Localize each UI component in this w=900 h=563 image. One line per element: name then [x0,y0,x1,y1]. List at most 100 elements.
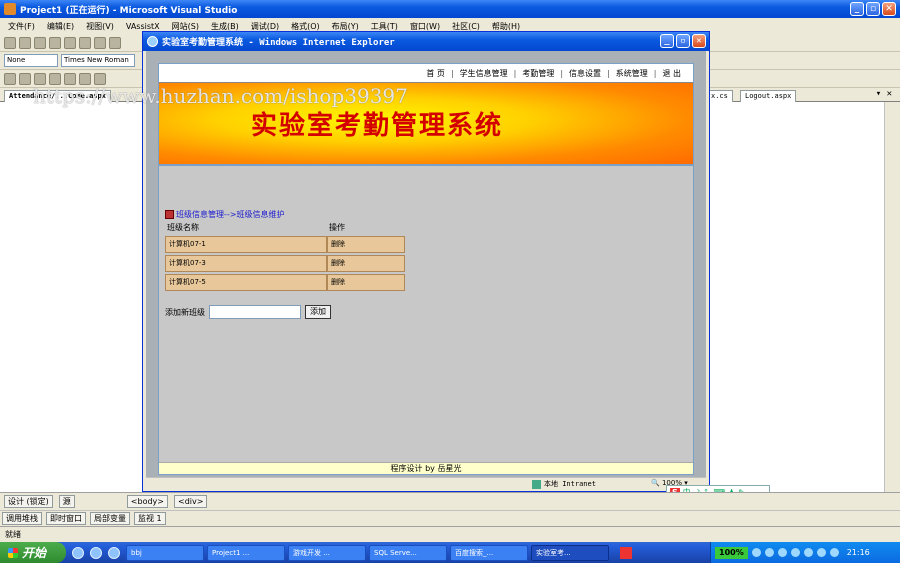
pause-icon[interactable] [19,36,31,49]
copy-icon[interactable] [94,72,106,85]
tab-immediate[interactable]: 即时窗口 [46,512,86,525]
ie-close-button[interactable]: ✕ [692,34,706,48]
restart-icon[interactable] [49,36,61,49]
menu-item[interactable]: 调试(D) [251,21,279,32]
save-all-icon[interactable] [64,72,76,85]
taskbar-button[interactable]: 游戏开发 ... [288,544,366,561]
stop-icon[interactable] [34,36,46,49]
banner-title: 实验室考勤管理系统 [251,111,504,141]
breakpoint-icon[interactable] [109,36,121,49]
ie-maximize-button[interactable]: ▫ [676,34,690,48]
step-out-icon[interactable] [94,36,106,49]
taskbar-button[interactable]: Project1 ... [207,544,285,561]
cut-icon[interactable] [79,72,91,85]
ie-title-text: 实验室考勤管理系统 - Windows Internet Explorer [162,38,395,48]
page-footer: 程序设计 by 岳星光 [159,462,693,474]
menu-item[interactable]: 工具(T) [371,21,398,32]
network-icon[interactable] [829,548,839,557]
save-icon[interactable] [49,72,61,85]
media-quicklaunch-icon[interactable] [108,546,120,559]
nav-link[interactable]: 学生信息管理 [460,68,508,79]
tray-icon[interactable] [764,548,774,557]
volume-icon[interactable] [816,548,826,557]
source-view-tab[interactable]: 源 [58,495,75,508]
menu-item[interactable]: 格式(O) [291,21,320,32]
tab-close-icon[interactable]: ▾ ✕ [876,89,892,99]
menu-item[interactable]: 社区(C) [452,21,480,32]
delete-link[interactable]: 删除 [327,255,405,272]
new-project-icon[interactable] [4,72,16,85]
nav-separator: | [450,68,454,78]
open-icon[interactable] [34,72,46,85]
intranet-icon [532,479,541,489]
header-class-name: 班级名称 [167,223,199,232]
tray-icon[interactable] [751,548,761,557]
ie-quicklaunch-icon[interactable] [72,546,84,559]
delete-link[interactable]: 删除 [327,236,405,253]
menu-item[interactable]: 网站(S) [172,21,199,32]
tag-body[interactable]: <body> [126,495,168,508]
zoom-badge[interactable]: 100% [715,546,748,559]
nav-link[interactable]: 信息设置 [569,68,601,79]
font-combo[interactable]: Times New Roman [61,54,135,67]
security-zone: 本地 Intranet [532,479,596,489]
nav-link[interactable]: 首 页 [426,68,445,79]
taskbar-button[interactable]: 实验室考... [531,544,609,561]
taskbar-button[interactable]: bbj [126,544,204,561]
sogou-icon[interactable] [620,546,632,559]
design-view-tab[interactable]: 设计 (锁定) [4,495,53,508]
tray-icon[interactable] [790,548,800,557]
menu-item[interactable]: 窗口(W) [410,21,440,32]
minimize-button[interactable]: _ [850,2,864,16]
tray-icon[interactable] [777,548,787,557]
tab-watch[interactable]: 监视 1 [134,512,166,525]
style-combo[interactable]: None [4,54,58,67]
continue-icon[interactable] [4,36,16,49]
menu-item[interactable]: 布局(Y) [332,21,359,32]
vs-title-text: Project1 (正在运行) - Microsoft Visual Studi… [20,5,238,16]
zoom-icon: 🔍 [651,479,660,487]
tab-locals[interactable]: 局部变量 [90,512,130,525]
breadcrumb-text: 班级信息管理-->班级信息维护 [176,210,285,219]
add-item-icon[interactable] [19,72,31,85]
tab-logout[interactable]: Logout.aspx [740,90,797,102]
tray-icon[interactable] [803,548,813,557]
browser-quicklaunch-icon[interactable] [90,546,102,559]
ie-minimize-button[interactable]: _ [660,34,674,48]
nav-link[interactable]: 考勤管理 [522,68,554,79]
status-text: 就绪 [0,526,900,542]
ie-title-bar: 实验室考勤管理系统 - Windows Internet Explorer _ … [143,32,709,51]
breadcrumb: 班级信息管理-->班级信息维护 [165,209,284,220]
class-name-cell: 计算机07-3 [165,255,327,272]
close-button[interactable]: ✕ [882,2,896,16]
menu-item[interactable]: 帮助(H) [492,21,520,32]
new-class-input[interactable] [209,305,301,319]
taskbar-button[interactable]: 百度搜索_... [450,544,528,561]
class-name-cell: 计算机07-5 [165,274,327,291]
menu-item[interactable]: 编辑(E) [47,21,74,32]
nav-separator: | [607,68,610,78]
folder-icon [165,210,174,219]
nav-link[interactable]: 退 出 [662,68,681,79]
add-button[interactable]: 添加 [305,305,331,319]
tab-call-stack[interactable]: 调用堆栈 [2,512,42,525]
step-over-icon[interactable] [79,36,91,49]
class-grid: 班级名称 操作 计算机07-1 删除 计算机07-3 删除 计算机07-5 删除 [165,222,405,291]
table-row: 计算机07-5 删除 [165,274,405,291]
site-nav: 首 页 | 学生信息管理 | 考勤管理 | 信息设置 | 系统管理 | 退 出 [159,64,693,83]
start-button[interactable]: 开始 [0,542,66,563]
menu-item[interactable]: VAssistX [126,22,160,31]
menu-item[interactable]: 视图(V) [86,21,114,32]
header-action: 操作 [329,223,345,232]
nav-link[interactable]: 系统管理 [616,68,648,79]
delete-link[interactable]: 删除 [327,274,405,291]
step-into-icon[interactable] [64,36,76,49]
tag-div[interactable]: <div> [174,495,208,508]
taskbar-button[interactable]: SQL Serve... [369,544,447,561]
editor-scrollbar[interactable] [884,102,900,492]
menu-item[interactable]: 生成(B) [211,21,239,32]
menu-item[interactable]: 文件(F) [8,21,35,32]
restore-button[interactable]: ▫ [866,2,880,16]
tab-cs[interactable]: x.cs [706,90,733,102]
nav-separator: | [560,68,564,78]
